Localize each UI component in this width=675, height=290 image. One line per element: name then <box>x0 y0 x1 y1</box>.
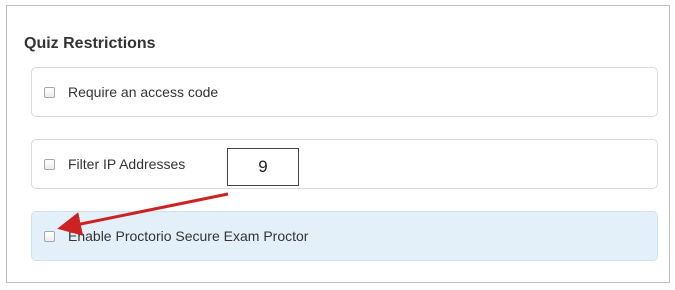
option-label: Enable Proctorio Secure Exam Proctor <box>68 228 309 244</box>
option-label: Filter IP Addresses <box>68 156 186 172</box>
step-callout-box: 9 <box>227 148 299 186</box>
filter-ip-addresses-checkbox[interactable] <box>44 159 55 170</box>
option-require-access-code[interactable]: Require an access code <box>31 67 658 117</box>
section-title: Quiz Restrictions <box>24 35 156 52</box>
option-enable-proctorio[interactable]: Enable Proctorio Secure Exam Proctor <box>31 211 658 261</box>
option-filter-ip-addresses[interactable]: Filter IP Addresses <box>31 139 658 189</box>
enable-proctorio-checkbox[interactable] <box>44 231 55 242</box>
require-access-code-checkbox[interactable] <box>44 87 55 98</box>
option-label: Require an access code <box>68 84 219 100</box>
